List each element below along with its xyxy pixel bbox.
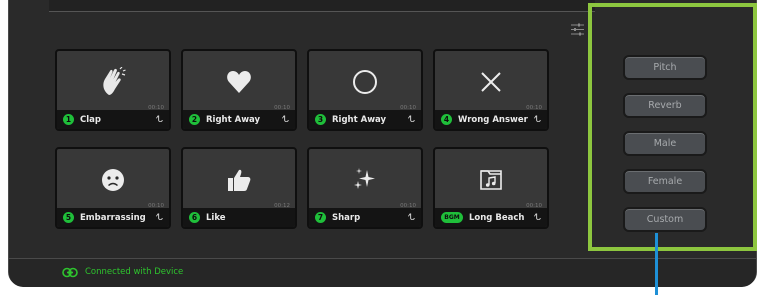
effect-reverb-button[interactable]: Reverb xyxy=(623,93,707,118)
sparkles-icon xyxy=(309,163,421,197)
pad-number-badge: 1 xyxy=(63,114,74,125)
pad-8[interactable]: 00:10 BGM Long Beach ᖍ xyxy=(433,147,549,229)
pad-label: Wrong Answer xyxy=(458,114,528,125)
pad-number-badge: 2 xyxy=(189,114,200,125)
pad-label-bar: 7 Sharp ᖍ xyxy=(309,208,421,227)
pad-number-badge: 6 xyxy=(189,212,200,223)
pad-5[interactable]: 00:10 5 Embarrassing ᖍ xyxy=(55,147,171,229)
pad-label: Right Away xyxy=(332,114,387,125)
heart-icon xyxy=(183,65,295,99)
effect-male-button[interactable]: Male xyxy=(623,131,707,156)
pad-label-bar: 5 Embarrassing ᖍ xyxy=(57,208,169,227)
x-icon xyxy=(435,65,547,99)
pad-3[interactable]: 00:10 3 Right Away ᖍ xyxy=(307,49,423,131)
connection-status: Connected with Device xyxy=(85,267,184,277)
pad-1[interactable]: 00:10 1 Clap ᖍ xyxy=(55,49,171,131)
pad-label: Like xyxy=(206,212,226,223)
callout-line xyxy=(655,233,658,295)
pad-label-bar: 1 Clap ᖍ xyxy=(57,110,169,129)
pad-label: Long Beach xyxy=(469,212,525,223)
pad-label-bar: 6 Like xyxy=(183,208,295,227)
pad-label: Sharp xyxy=(332,212,361,223)
pad-4[interactable]: 00:10 4 Wrong Answer ᖍ xyxy=(433,49,549,131)
thumbs-up-icon xyxy=(183,163,295,197)
sad-face-icon xyxy=(57,163,169,197)
pad-number-badge: 5 xyxy=(63,212,74,223)
clapping-hands-icon xyxy=(57,65,169,99)
pad-6[interactable]: 00:12 6 Like xyxy=(181,147,297,229)
effect-female-button[interactable]: Female xyxy=(623,169,707,194)
top-divider xyxy=(49,0,595,12)
pad-2[interactable]: 00:10 2 Right Away ᖍ xyxy=(181,49,297,131)
pad-number-badge: 7 xyxy=(315,212,326,223)
pad-label-bar: 4 Wrong Answer ᖍ xyxy=(435,110,547,129)
bgm-badge: BGM xyxy=(441,212,463,223)
effect-pitch-button[interactable]: Pitch xyxy=(623,55,707,80)
repeat-icon[interactable]: ᖍ xyxy=(156,115,163,125)
repeat-icon[interactable]: ᖍ xyxy=(534,115,541,125)
sliders-icon[interactable] xyxy=(570,22,585,37)
pad-label: Right Away xyxy=(206,114,261,125)
pad-7[interactable]: 00:10 7 Sharp ᖍ xyxy=(307,147,423,229)
pad-number-badge: 4 xyxy=(441,114,452,125)
music-folder-icon xyxy=(435,163,547,197)
voice-effects-panel: Pitch Reverb Male Female Custom xyxy=(588,3,757,251)
repeat-icon[interactable]: ᖍ xyxy=(408,115,415,125)
pad-label-bar: 2 Right Away ᖍ xyxy=(183,110,295,129)
repeat-icon[interactable]: ᖍ xyxy=(408,213,415,223)
effect-custom-button[interactable]: Custom xyxy=(623,207,707,232)
pad-label-bar: 3 Right Away ᖍ xyxy=(309,110,421,129)
pad-label: Clap xyxy=(80,114,101,125)
pad-label: Embarrassing xyxy=(80,212,146,223)
status-bar: Connected with Device xyxy=(9,258,756,287)
link-icon xyxy=(62,267,78,278)
repeat-icon[interactable]: ᖍ xyxy=(282,115,289,125)
pad-number-badge: 3 xyxy=(315,114,326,125)
repeat-icon[interactable]: ᖍ xyxy=(156,213,163,223)
repeat-icon[interactable]: ᖍ xyxy=(534,213,541,223)
circle-icon xyxy=(309,65,421,99)
pad-label-bar: BGM Long Beach ᖍ xyxy=(435,208,547,227)
